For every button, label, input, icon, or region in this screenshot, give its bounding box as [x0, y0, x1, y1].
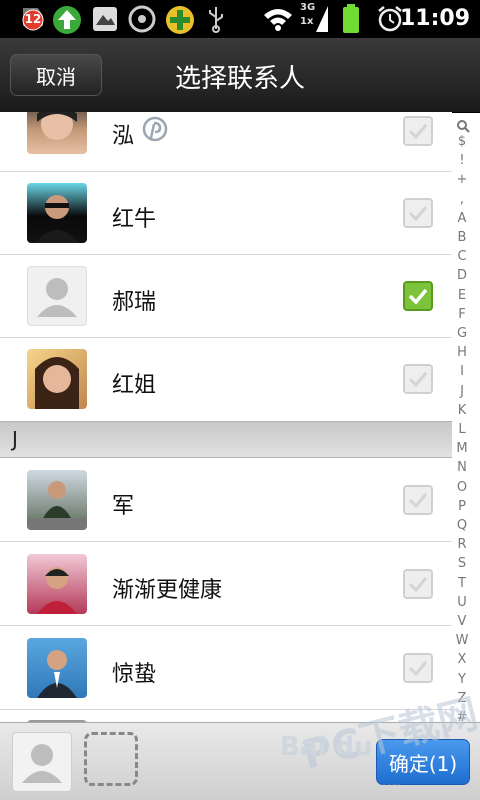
selected-contact-avatar[interactable] — [12, 732, 72, 792]
page-title: 选择联系人 — [174, 64, 305, 94]
notification-badge-icon: 12 — [20, 4, 46, 32]
section-header: J — [0, 421, 452, 458]
index-letter[interactable]: , — [452, 192, 472, 207]
selection-bar: 确定(1) — [0, 722, 480, 800]
index-letter[interactable]: Y — [452, 672, 472, 687]
index-letter[interactable]: A — [452, 211, 472, 226]
avatar — [27, 638, 87, 698]
index-letter[interactable]: K — [452, 403, 472, 418]
notification-count: 12 — [24, 12, 42, 26]
contact-row[interactable]: 泓 — [0, 112, 452, 172]
add-app-icon — [165, 5, 195, 39]
default-person-icon — [27, 266, 87, 326]
network-type-3g: 3G — [300, 2, 316, 13]
avatar — [27, 112, 87, 154]
contact-name: 郝瑞 — [112, 290, 157, 315]
contact-row[interactable]: 郝瑞 — [0, 254, 452, 338]
disc-icon — [128, 5, 156, 37]
contact-name: 泓 — [112, 124, 135, 149]
index-letter[interactable]: X — [452, 652, 472, 667]
index-letter[interactable]: H — [452, 345, 472, 360]
wifi-icon — [262, 6, 294, 36]
contact-name: 红牛 — [112, 207, 157, 232]
status-time: 11:09 — [399, 6, 470, 31]
section-letter: J — [12, 427, 18, 451]
contact-row[interactable]: 红姐 — [0, 337, 452, 421]
contact-name: 红姐 — [112, 373, 157, 398]
contact-name: 渐渐更健康 — [112, 578, 223, 603]
contact-checkbox[interactable] — [403, 569, 433, 599]
alphabet-index[interactable]: $! +, A B C D E F G H I J K L M N O P Q R S T U V W X Y Z # — [452, 116, 474, 726]
contact-row[interactable]: 红牛 — [0, 171, 452, 255]
index-letter[interactable]: B — [452, 230, 472, 245]
avatar — [27, 554, 87, 614]
usb-icon — [206, 5, 226, 37]
contact-row[interactable]: 渐渐更健康 — [0, 542, 452, 626]
contact-checkbox[interactable] — [403, 198, 433, 228]
contact-row[interactable]: 惊蛰 — [0, 626, 452, 710]
contact-checkbox[interactable] — [403, 653, 433, 683]
index-letter[interactable]: C — [452, 249, 472, 264]
index-letter[interactable]: J — [452, 384, 472, 399]
gallery-icon — [92, 5, 118, 37]
index-letter[interactable]: E — [452, 288, 472, 303]
index-letter[interactable]: V — [452, 614, 472, 629]
battery-icon — [342, 4, 360, 38]
title-bar: 取消 选择联系人 — [0, 38, 480, 113]
index-letter[interactable]: O — [452, 480, 472, 495]
index-letter[interactable]: L — [452, 422, 472, 437]
index-letter[interactable]: R — [452, 537, 472, 552]
avatar — [27, 349, 87, 409]
avatar — [27, 470, 87, 530]
empty-selection-slot — [84, 732, 138, 786]
network-type-1x: 1x — [300, 16, 314, 27]
contact-checkbox[interactable] — [403, 485, 433, 515]
index-letter[interactable]: Q — [452, 518, 472, 533]
index-letter[interactable]: $ — [452, 134, 472, 149]
contact-checkbox[interactable] — [403, 364, 433, 394]
upload-arrow-icon — [52, 5, 82, 39]
index-letter[interactable]: G — [452, 326, 472, 341]
contact-checkbox[interactable] — [403, 116, 433, 146]
signal-icon: 3G 1x — [298, 2, 330, 36]
index-letter[interactable]: F — [452, 307, 472, 322]
index-letter[interactable]: W — [452, 633, 472, 648]
index-letter[interactable]: D — [452, 268, 472, 283]
status-bar: 12 3G 1x 11:09 — [0, 0, 480, 38]
contact-row[interactable]: 军 — [0, 458, 452, 542]
contact-list[interactable]: 泓 红牛 郝瑞 红姐 J 军 渐渐更健康 惊蛰 — [0, 112, 452, 722]
contact-name: 军 — [112, 494, 135, 519]
contact-row[interactable] — [0, 710, 452, 722]
index-letter[interactable]: I — [452, 364, 472, 379]
index-letter[interactable]: + — [452, 172, 472, 187]
contact-name: 惊蛰 — [112, 662, 157, 687]
avatar — [27, 183, 87, 243]
index-letter[interactable]: P — [452, 499, 472, 514]
index-letter[interactable]: ! — [452, 153, 472, 168]
index-letter[interactable]: S — [452, 556, 472, 571]
index-letter[interactable]: U — [452, 595, 472, 610]
index-letter[interactable]: N — [452, 460, 472, 475]
confirm-button[interactable]: 确定(1) — [376, 739, 470, 785]
index-letter[interactable]: M — [452, 441, 472, 456]
index-letter[interactable]: Z — [452, 691, 472, 706]
contact-checkbox-checked[interactable] — [403, 281, 433, 311]
index-letter[interactable]: T — [452, 576, 472, 591]
pinterest-icon — [142, 116, 168, 146]
